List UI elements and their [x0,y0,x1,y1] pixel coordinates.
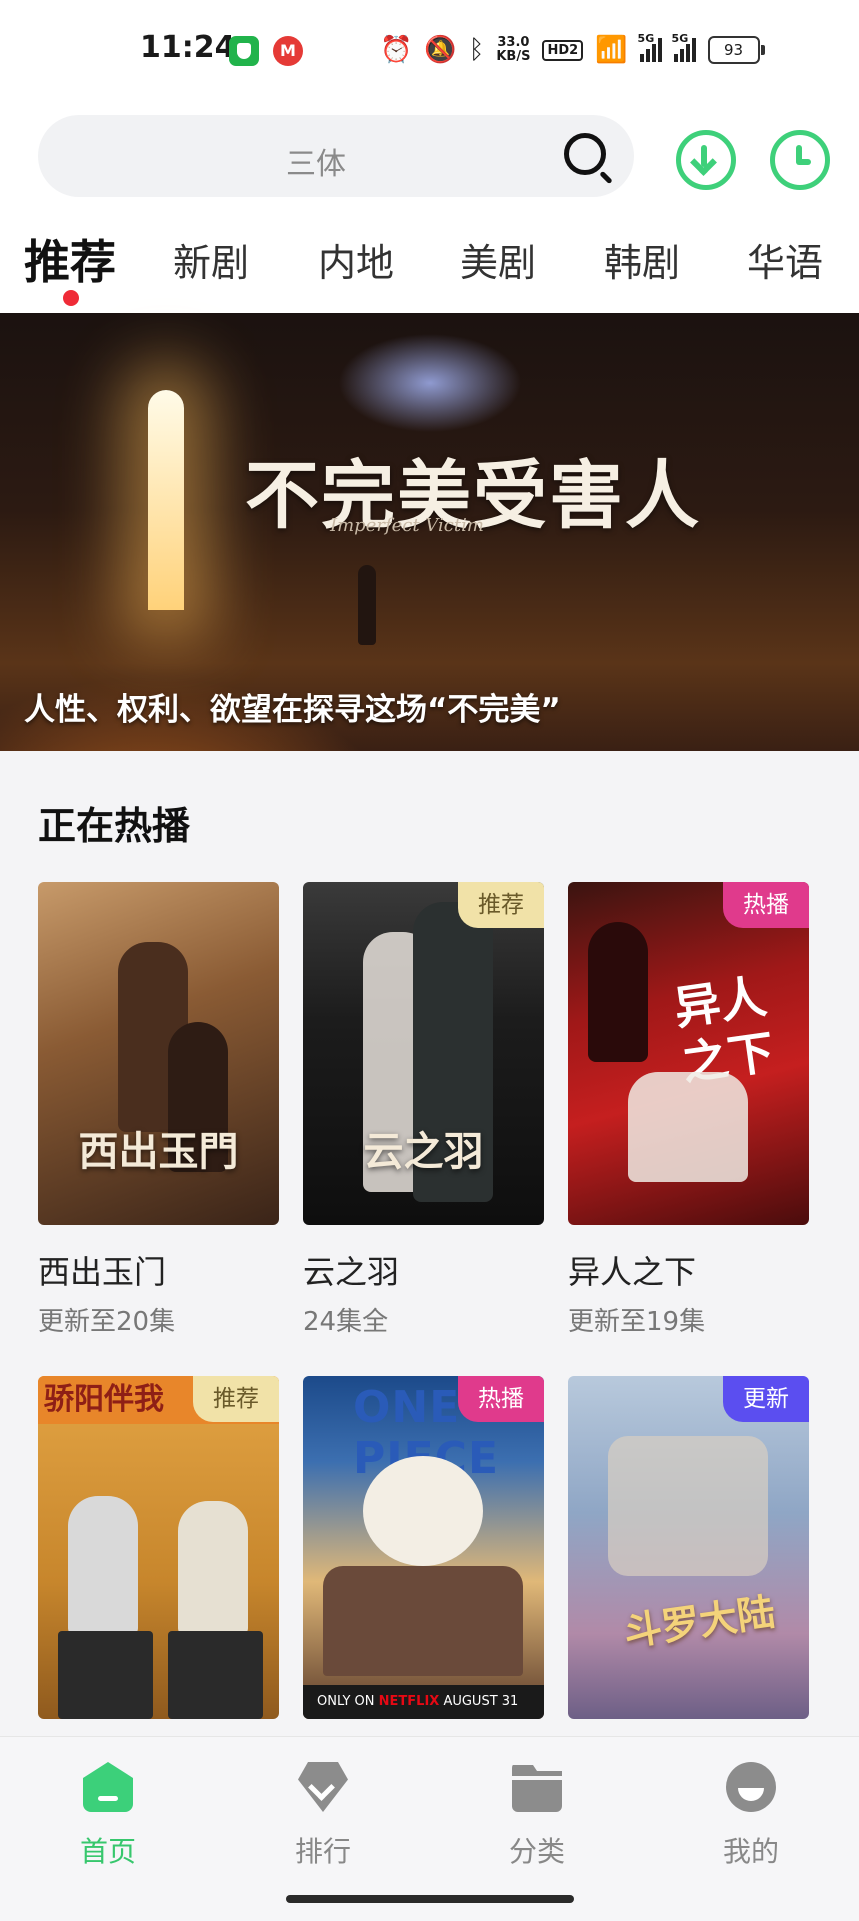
nav-mine-label: 我的 [722,1835,779,1868]
card-title: 云之羽 [303,1253,400,1291]
tab-us-drama[interactable]: 美剧 [460,232,536,287]
poster-image[interactable]: 斗罗大陆 更新 [568,1376,809,1719]
poster-image[interactable]: 异人之下 热播 [568,882,809,1225]
drama-card[interactable]: ONE PIECE ONLY ON NETFLIX AUGUST 31 热播 [303,1376,544,1719]
battery-icon: 93 [707,36,765,64]
banner-light-door [148,390,184,610]
category-tabs: 推荐 新剧 内地 美剧 韩剧 华语 [0,222,859,302]
search-bar[interactable]: 三体 [38,115,634,197]
card-subtitle: 更新至20集 [38,1307,176,1337]
nav-home[interactable]: 首页 [48,1762,168,1870]
badge-recommend: 推荐 [193,1376,279,1422]
network-speed-unit: KB/S [496,49,531,64]
nav-home-label: 首页 [79,1835,136,1868]
sim2-network-type: 5G [671,32,689,45]
home-icon [83,1762,133,1812]
shield-app-icon [229,36,259,66]
download-icon[interactable] [676,130,736,190]
rank-icon [298,1762,348,1812]
status-icons: ⏰ 🔕 ᛒ 33.0 KB/S HD2 📶 5G 5G 93 [380,30,765,70]
profile-icon [726,1762,776,1812]
nav-mine[interactable]: 我的 [691,1762,811,1870]
tab-new-drama[interactable]: 新剧 [173,232,249,287]
nav-category-label: 分类 [508,1835,565,1868]
banner-figure [358,565,376,645]
tab-chinese[interactable]: 华语 [747,232,823,287]
alarm-icon: ⏰ [380,35,413,65]
poster-footer: ONLY ON NETFLIX AUGUST 31 [303,1685,544,1719]
drama-card[interactable]: 西出玉門 西出玉门 更新至20集 [38,882,279,1338]
poster-text: 西出玉門 [78,1128,239,1175]
history-clock-icon[interactable] [770,130,830,190]
nav-ranking-label: 排行 [294,1835,351,1868]
badge-hot: 热播 [723,882,809,928]
hd-voice-icon: HD2 [542,39,584,61]
drama-card[interactable]: 骄阳伴我 推荐 [38,1376,279,1719]
poster-image[interactable]: 云之羽 推荐 [303,882,544,1225]
drama-card[interactable]: 云之羽 推荐 云之羽 24集全 [303,882,544,1338]
poster-footer-date: AUGUST 31 [443,1694,519,1709]
poster-image[interactable]: 西出玉門 [38,882,279,1225]
poster-text: 云之羽 [363,1128,484,1175]
card-title: 西出玉门 [38,1253,167,1291]
card-title: 异人之下 [568,1253,697,1291]
card-subtitle: 更新至19集 [568,1307,706,1337]
poster-image[interactable]: ONE PIECE ONLY ON NETFLIX AUGUST 31 热播 [303,1376,544,1719]
home-indicator[interactable] [286,1895,574,1903]
nav-category[interactable]: 分类 [477,1762,597,1870]
badge-recommend: 推荐 [458,882,544,928]
search-placeholder: 三体 [286,147,346,182]
signal-icon-sim1: 5G [638,32,662,62]
active-tab-indicator [63,290,79,306]
status-time: 11:24 [140,30,236,65]
bluetooth-icon: ᛒ [468,35,485,65]
poster-image[interactable]: 骄阳伴我 推荐 [38,1376,279,1719]
tab-recommend[interactable]: 推荐 [24,226,116,292]
network-speed: 33.0 KB/S [496,36,530,64]
card-subtitle: 24集全 [303,1307,389,1337]
mute-icon: 🔕 [424,35,457,65]
poster-footer-brand: NETFLIX [378,1694,440,1709]
banner-caption: 人性、权利、欲望在探寻这场“不完美” [24,692,561,728]
signal-icon-sim2: 5G [672,32,696,62]
section-title: 正在热播 [38,804,191,848]
tab-korean-drama[interactable]: 韩剧 [604,232,680,287]
badge-update: 更新 [723,1376,809,1422]
folder-icon [512,1765,562,1812]
tab-mainland[interactable]: 内地 [318,232,394,287]
sim1-network-type: 5G [637,32,655,45]
wifi-icon: 📶 [595,35,628,65]
metro-app-icon: M [273,36,303,66]
badge-hot: 热播 [458,1376,544,1422]
drama-card[interactable]: 斗罗大陆 更新 [568,1376,809,1719]
banner-subtitle: Imperfect Victim [330,515,484,536]
drama-card[interactable]: 异人之下 热播 异人之下 更新至19集 [568,882,809,1338]
network-speed-value: 33.0 [497,35,530,50]
poster-text: 斗罗大陆 [621,1588,778,1655]
poster-footer-pre: ONLY ON [317,1694,375,1709]
nav-ranking[interactable]: 排行 [263,1762,383,1870]
search-icon[interactable] [564,133,606,175]
